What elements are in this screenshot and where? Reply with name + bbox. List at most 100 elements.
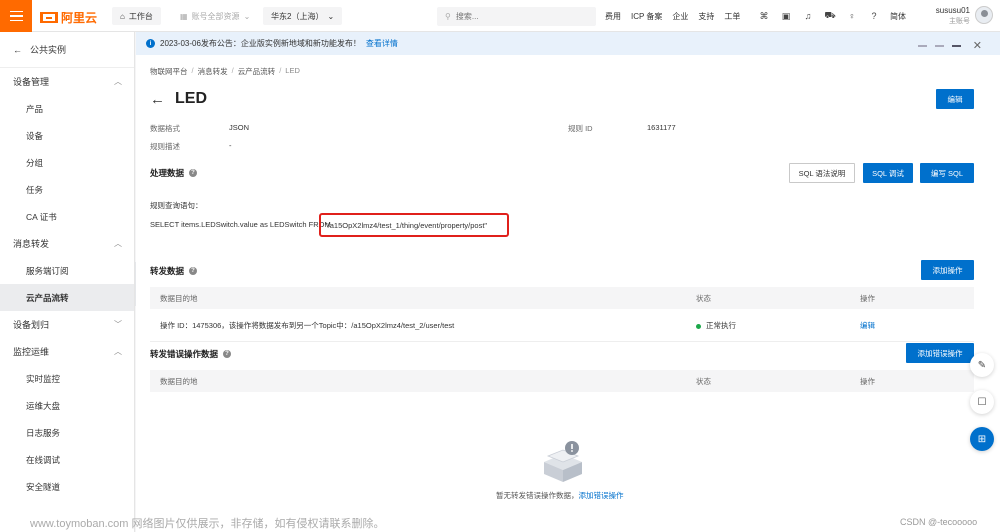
empty-add-link[interactable]: 添加错误操作: [579, 491, 624, 500]
add-action-button[interactable]: 添加操作: [921, 260, 974, 280]
sql-help-button[interactable]: SQL 语法说明: [789, 163, 855, 183]
chevron-down-icon: ⌄: [327, 11, 335, 21]
resource-selector[interactable]: ▦ 账号全部资源 ⌄: [180, 0, 250, 32]
apps-icon[interactable]: ⊞: [970, 427, 994, 451]
workbench-button[interactable]: ⌂ 工作台: [112, 7, 161, 25]
announcement-controls: ✕: [917, 39, 982, 52]
top-links: 费用 ICP 备案 企业 支持 工单: [605, 0, 740, 32]
user-info[interactable]: sususu01 主账号: [930, 5, 970, 27]
cart-icon[interactable]: ⛟: [824, 10, 836, 22]
help-icon[interactable]: ?: [868, 10, 880, 22]
sidebar-item-ops-dashboard[interactable]: 运维大盘: [0, 392, 134, 419]
sidebar-back-button[interactable]: ← 公共实例: [0, 32, 134, 68]
chevron-up-icon: ︿: [114, 347, 122, 356]
status-dot-icon: [696, 323, 701, 329]
avatar[interactable]: [975, 6, 993, 24]
link-billing[interactable]: 费用: [605, 11, 621, 22]
watermark-text: www.toymoban.com 网络图片仅供展示，非存储，如有侵权请联系删除。: [30, 518, 385, 530]
link-icp[interactable]: ICP 备案: [631, 11, 662, 22]
sidebar-item-product[interactable]: 产品: [0, 95, 134, 122]
sql-edit-button[interactable]: 编写 SQL: [920, 163, 974, 183]
region-selector[interactable]: 华东2（上海） ⌄: [263, 7, 343, 25]
row-edit-link[interactable]: 编辑: [860, 320, 875, 331]
breadcrumb-item[interactable]: 云产品流转: [238, 66, 276, 77]
announcement-link[interactable]: 查看详情: [366, 38, 398, 49]
sidebar-group-device[interactable]: 设备管理 ︿: [0, 68, 134, 95]
edit-rule-button[interactable]: 编辑: [936, 89, 974, 109]
bulb-icon[interactable]: ♀: [846, 10, 858, 22]
row-status-text: 正常执行: [706, 321, 736, 330]
link-ticket[interactable]: 工单: [724, 11, 740, 22]
main-content: 物联网平台 / 消息转发 / 云产品流转 / LED ← LED 编辑 数据格式 JS…: [136, 55, 1000, 532]
section-process-label: 处理数据: [150, 168, 185, 178]
sql-topic-highlight: "/a15OpX2lmz4/test_1/thing/event/propert…: [319, 213, 509, 237]
help-icon[interactable]: ?: [223, 350, 232, 358]
image-icon[interactable]: ▣: [780, 10, 792, 22]
brand-name: 阿里云: [61, 11, 98, 25]
link-support[interactable]: 支持: [698, 11, 714, 22]
info-icon: i: [146, 39, 155, 48]
top-bar: 阿里云 ⌂ 工作台 ▦ 账号全部资源 ⌄ 华东2（上海） ⌄ ⚲ 费用 ICP …: [0, 0, 1000, 32]
error-table-header: 数据目的地 状态 操作: [150, 370, 974, 392]
sidebar-item-data-flow[interactable]: 云产品流转: [0, 284, 134, 311]
breadcrumb-item[interactable]: 消息转发: [198, 66, 228, 77]
chevron-up-icon: ︿: [114, 77, 122, 86]
sidebar-item-log-service[interactable]: 日志服务: [0, 419, 134, 446]
empty-text: 暂无转发错误操作数据，: [496, 491, 579, 500]
breadcrumb-item[interactable]: 物联网平台: [150, 66, 188, 77]
page-title: LED: [175, 90, 207, 107]
brand-logo[interactable]: 阿里云: [40, 9, 97, 26]
sidebar-item-online-debug[interactable]: 在线调试: [0, 446, 134, 473]
help-icon[interactable]: ?: [189, 267, 198, 275]
sidebar-group-monitor[interactable]: 监控运维 ︿: [0, 338, 134, 365]
column-header: 数据目的地: [160, 293, 198, 303]
sidebar-item-group[interactable]: 分组: [0, 149, 134, 176]
link-enterprise[interactable]: 企业: [672, 11, 688, 22]
back-arrow-icon[interactable]: ←: [150, 91, 165, 108]
title-row: ← LED: [150, 90, 207, 108]
sidebar-group-label: 设备管理: [13, 77, 50, 87]
sidebar-group-message[interactable]: 消息转发 ︿: [0, 230, 134, 257]
chat-icon[interactable]: ☐: [970, 390, 994, 414]
sidebar-group-label: 设备划归: [13, 320, 50, 330]
sidebar-group-label: 监控运维: [13, 347, 50, 357]
arrow-left-icon: ←: [13, 44, 22, 55]
bell-icon[interactable]: ♫: [802, 10, 814, 22]
terminal-icon[interactable]: ⌘: [758, 10, 770, 22]
sql-topic: "/a15OpX2lmz4/test_1/thing/event/propert…: [325, 220, 488, 230]
chevron-down-icon: ﹀: [114, 320, 122, 329]
sidebar-item-device[interactable]: 设备: [0, 122, 134, 149]
column-header: 数据目的地: [160, 376, 198, 386]
rule-id-label: 规则 ID: [568, 124, 593, 133]
data-format-label: 数据格式: [150, 124, 180, 133]
chevron-up-icon: ︿: [114, 239, 122, 248]
empty-state: 暂无转发错误操作数据，添加错误操作: [496, 490, 624, 501]
sidebar-item-task[interactable]: 任务: [0, 176, 134, 203]
rule-id-value: 1631177: [647, 123, 676, 132]
column-header: 操作: [860, 293, 875, 303]
pager-dot-icon[interactable]: [951, 44, 961, 47]
sql-debug-button[interactable]: SQL 调试: [863, 163, 913, 183]
close-icon[interactable]: ✕: [973, 39, 982, 52]
sidebar-item-realtime-monitor[interactable]: 实时监控: [0, 365, 134, 392]
user-role: 主账号: [949, 18, 970, 25]
sidebar-group-assign[interactable]: 设备划归 ﹀: [0, 311, 134, 338]
pager-dot-icon[interactable]: [917, 44, 927, 47]
search-input[interactable]: [455, 12, 576, 21]
add-error-action-button[interactable]: 添加错误操作: [906, 343, 974, 363]
sql-statement: SELECT items.LEDSwitch.value as LEDSwitc…: [150, 220, 331, 229]
sidebar-item-ca-cert[interactable]: CA 证书: [0, 203, 134, 230]
sidebar: ← 公共实例 设备管理 ︿ 产品 设备 分组 任务 CA 证书 消息转发 ︿ 服…: [0, 32, 135, 532]
announcement-text: 2023-03-06发布公告：企业版实例新地域和新功能发布！: [160, 39, 361, 48]
sidebar-item-subscription[interactable]: 服务端订阅: [0, 257, 134, 284]
row-destination: 操作 ID：1475306，该操作将数据发布到另一个Topic中：/a15OpX…: [160, 321, 455, 330]
rule-desc-value: -: [229, 141, 232, 150]
menu-icon[interactable]: [0, 0, 32, 32]
edit-icon[interactable]: ✎: [970, 353, 994, 377]
pager-dot-icon[interactable]: [934, 44, 944, 47]
language-switch[interactable]: 简体: [890, 11, 906, 22]
sidebar-item-secure-tunnel[interactable]: 安全隧道: [0, 473, 134, 500]
help-icon[interactable]: ?: [189, 169, 198, 177]
row-status: 正常执行: [696, 320, 736, 331]
home-icon: ⌂: [120, 11, 125, 21]
